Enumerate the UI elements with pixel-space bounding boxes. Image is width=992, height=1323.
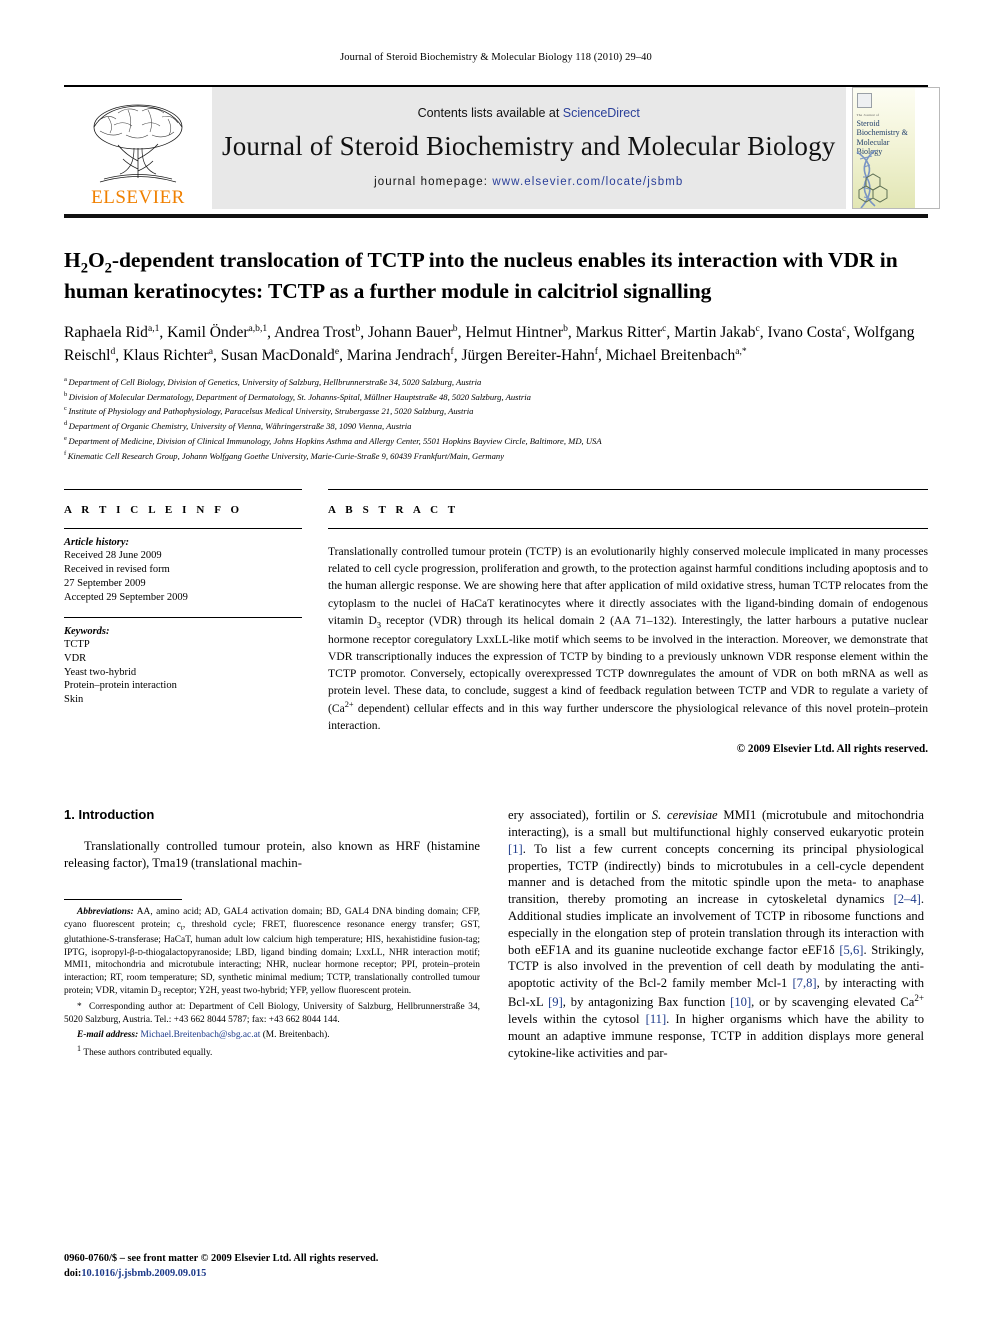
- section-heading-introduction: 1. Introduction: [64, 807, 155, 823]
- abstract-heading: A B S T R A C T: [328, 504, 459, 517]
- cover-kicker: The Journal of: [856, 113, 880, 117]
- affiliation-text: Kinematic Cell Research Group, Johann Wo…: [67, 450, 505, 461]
- article-history-group: Article history: Received 28 June 2009 Re…: [64, 529, 302, 616]
- footnote-rule: [64, 899, 182, 901]
- journal-title: Journal of Steroid Biochemistry and Mole…: [222, 131, 836, 162]
- abstract-copyright: © 2009 Elsevier Ltd. All rights reserved…: [736, 743, 928, 756]
- homepage-url-link[interactable]: www.elsevier.com/locate/jsbmb: [492, 176, 683, 188]
- affiliation-text: Department of Medicine, Division of Clin…: [68, 435, 602, 446]
- elsevier-tree-icon: [93, 104, 183, 183]
- affiliation-item: f Kinematic Cell Research Group, Johann W…: [64, 449, 928, 464]
- affiliation-item: d Department of Organic Chemistry, Univer…: [64, 419, 928, 434]
- affiliation-item: c Institute of Physiology and Pathophysio…: [64, 404, 928, 419]
- footnote-corresponding-author: * Corresponding author at: Department of…: [64, 1001, 480, 1027]
- corresponding-author-marker: *: [77, 1002, 89, 1013]
- abbreviations-label: Abbreviations:: [77, 907, 134, 918]
- author-list: Raphaela Rida,1, Kamil Öndera,b,1, Andre…: [64, 322, 915, 364]
- article-history-lines: Received 28 June 2009 Received in revised…: [64, 549, 302, 604]
- keywords-lines: TCTP VDR Yeast two-hybrid Protein–protein i…: [64, 638, 302, 707]
- affiliation-marker: d: [64, 420, 68, 428]
- footnote-email: E-mail address: Michael.Breitenbach@sbg.…: [64, 1029, 480, 1042]
- masthead-bottom-rule: [64, 214, 928, 218]
- keyword-item: TCTP: [64, 638, 90, 650]
- contents-lists-line: Contents lists available at ScienceDirec…: [418, 106, 640, 120]
- contents-prefix: Contents lists available at: [417, 106, 563, 121]
- running-head: Journal of Steroid Biochemistry & Molecu…: [340, 52, 652, 63]
- affiliation-text: Department of Cell Biology, Division of …: [68, 376, 482, 387]
- sciencedirect-link[interactable]: ScienceDirect: [563, 106, 640, 120]
- footnote-equal-contribution: 1 These authors contributed equally.: [64, 1044, 480, 1060]
- equal-contribution-text: These authors contributed equally.: [83, 1047, 213, 1058]
- journal-homepage-line: journal homepage: www.elsevier.com/locat…: [374, 176, 683, 188]
- corresponding-author-text: Corresponding author at: Department of C…: [64, 1002, 481, 1026]
- cover-publisher-badge-icon: [856, 93, 872, 108]
- intro-paragraph-right: ery associated), fortilin or S. cerevisi…: [508, 808, 924, 1060]
- info-abstract-block: A R T I C L E I N F O Article history: R…: [64, 489, 928, 755]
- article-history-line: 27 September 2009: [64, 578, 146, 590]
- affiliation-marker: e: [64, 434, 67, 442]
- article-title: H2O2-dependent translocation of TCTP int…: [64, 248, 898, 304]
- body-column-right: ery associated), fortilin or S. cerevisi…: [508, 807, 924, 1061]
- paper-page: Journal of Steroid Biochemistry & Molecu…: [0, 0, 992, 1323]
- email-address-link[interactable]: Michael.Breitenbach@sbg.ac.at: [141, 1030, 261, 1040]
- elsevier-wordmark: ELSEVIER: [91, 187, 185, 208]
- keyword-item: Yeast two-hybrid: [64, 666, 137, 678]
- article-history-line: Received 28 June 2009: [64, 550, 162, 562]
- equal-contribution-marker: 1: [77, 1043, 81, 1053]
- article-info-column: A R T I C L E I N F O Article history: R…: [64, 489, 302, 755]
- keywords-group: Keywords: TCTP VDR Yeast two-hybrid Protein…: [64, 618, 302, 719]
- email-suffix: (M. Breitenbach).: [260, 1029, 330, 1040]
- article-history-line: Received in revised form: [64, 564, 170, 576]
- homepage-label: journal homepage:: [374, 175, 489, 188]
- journal-cover-thumbnail: The Journal of Steroid Biochemistry & Mo…: [851, 87, 940, 209]
- doi-line: doi:10.1016/j.jsbmb.2009.09.015: [64, 1266, 480, 1281]
- masthead-center: Contents lists available at ScienceDirec…: [212, 87, 846, 209]
- intro-paragraph-left: Translationally controlled tumour protei…: [64, 839, 480, 870]
- keyword-item: VDR: [64, 652, 87, 664]
- affiliation-text: Division of Molecular Dermatology, Depar…: [68, 391, 531, 402]
- body-columns: 1. Introduction Translationally controll…: [64, 807, 928, 1061]
- doi-link[interactable]: 10.1016/j.jsbmb.2009.09.015: [81, 1268, 206, 1279]
- doi-label: doi:: [64, 1267, 82, 1279]
- article-info-heading: A R T I C L E I N F O: [64, 504, 243, 517]
- body-column-left: 1. Introduction Translationally controll…: [64, 807, 480, 1061]
- affiliation-text: Institute of Physiology and Pathophysiol…: [68, 406, 474, 417]
- affiliation-marker: a: [64, 375, 67, 383]
- abstract-body: Translationally controlled tumour protei…: [328, 545, 928, 733]
- abbreviations-text: AA, amino acid; AD, GAL4 activation doma…: [64, 907, 481, 998]
- front-matter-line: 0960-0760/$ – see front matter © 2009 El…: [64, 1252, 379, 1264]
- affiliation-marker: c: [64, 405, 67, 413]
- affiliation-marker: b: [64, 390, 68, 398]
- article-history-label: Article history:: [64, 537, 130, 549]
- affiliation-marker: f: [64, 449, 67, 457]
- footnote-abbreviations: Abbreviations: AA, amino acid; AD, GAL4 …: [64, 906, 480, 999]
- keyword-item: Protein–protein interaction: [64, 680, 177, 692]
- affiliation-item: a Department of Cell Biology, Division of…: [64, 375, 928, 390]
- affiliation-item: b Division of Molecular Dermatology, Depa…: [64, 390, 928, 405]
- email-label: E-mail address:: [77, 1029, 139, 1040]
- abstract-column: A B S T R A C T Translationally controll…: [328, 489, 928, 755]
- elsevier-logo: ELSEVIER: [64, 87, 212, 209]
- keyword-item: Skin: [64, 694, 84, 706]
- affiliation-item: e Department of Medicine, Division of Cli…: [64, 434, 928, 449]
- article-history-line: Accepted 29 September 2009: [64, 591, 188, 603]
- affiliation-list: a Department of Cell Biology, Division of…: [64, 375, 928, 464]
- page-footer: 0960-0760/$ – see front matter © 2009 El…: [64, 1251, 480, 1281]
- keywords-label: Keywords:: [64, 625, 110, 637]
- cover-dna-molecule-icon: [856, 150, 887, 208]
- footnote-block: Abbreviations: AA, amino acid; AD, GAL4 …: [64, 899, 480, 1061]
- journal-masthead: ELSEVIER Contents lists available at Sci…: [64, 85, 940, 209]
- affiliation-text: Department of Organic Chemistry, Univers…: [68, 420, 412, 431]
